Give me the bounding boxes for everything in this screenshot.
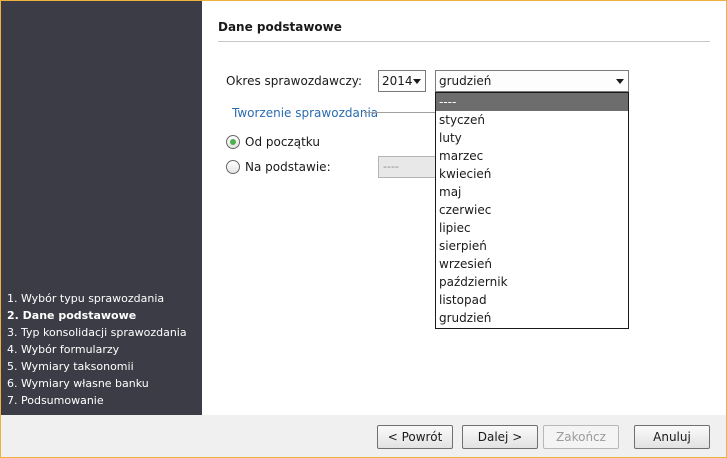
based-on-radio[interactable]: [226, 160, 240, 174]
year-select-value: 2014: [382, 74, 413, 88]
wizard-content: Dane podstawowe Okres sprawozdawczy: 201…: [202, 1, 726, 415]
wizard-window: 1. Wybór typu sprawozdania 2. Dane podst…: [1, 1, 726, 457]
month-option[interactable]: lipiec: [436, 219, 628, 237]
based-on-radio-label[interactable]: Na podstawie:: [245, 160, 331, 174]
month-option[interactable]: maj: [436, 183, 628, 201]
title-divider: [218, 41, 710, 42]
next-button[interactable]: Dalej >: [462, 425, 538, 449]
month-dropdown-list: ---- styczeń luty marzec kwiecień maj cz…: [435, 92, 629, 329]
month-option[interactable]: sierpień: [436, 237, 628, 255]
wizard-steps-list: 1. Wybór typu sprawozdania 2. Dane podst…: [7, 290, 187, 409]
step-item-1: 1. Wybór typu sprawozdania: [7, 292, 165, 305]
year-select[interactable]: 2014: [378, 70, 426, 92]
month-option[interactable]: czerwiec: [436, 201, 628, 219]
back-button[interactable]: < Powrót: [377, 425, 453, 449]
step-item-5: 5. Wymiary taksonomii: [7, 360, 134, 373]
month-option[interactable]: styczeń: [436, 111, 628, 129]
chevron-down-icon: [413, 79, 421, 84]
based-on-select: ----: [378, 156, 436, 178]
wizard-footer: < Powrót Dalej > Zakończ Anuluj: [1, 415, 726, 457]
month-option[interactable]: listopad: [436, 291, 628, 309]
wizard-sidebar: 1. Wybór typu sprawozdania 2. Dane podst…: [1, 1, 202, 415]
step-item-7: 7. Podsumowanie: [7, 394, 104, 407]
step-item-4: 4. Wybór formularzy: [7, 343, 120, 356]
chevron-down-icon: [616, 79, 624, 84]
month-option[interactable]: ----: [436, 93, 628, 111]
month-option[interactable]: marzec: [436, 147, 628, 165]
page-title: Dane podstawowe: [218, 20, 342, 34]
step-item-2: 2. Dane podstawowe: [7, 309, 137, 322]
from-start-radio[interactable]: [226, 135, 240, 149]
finish-button: Zakończ: [543, 425, 619, 449]
month-select-value: grudzień: [439, 74, 492, 88]
month-option[interactable]: październik: [436, 273, 628, 291]
report-creation-group-title: Tworzenie sprawozdania: [232, 106, 379, 120]
cancel-button[interactable]: Anuluj: [634, 425, 710, 449]
month-option[interactable]: kwiecień: [436, 165, 628, 183]
group-divider: [364, 112, 436, 113]
month-option[interactable]: luty: [436, 129, 628, 147]
reporting-period-label: Okres sprawozdawczy:: [226, 74, 363, 88]
month-select[interactable]: grudzień: [435, 70, 629, 92]
step-item-3: 3. Typ konsolidacji sprawozdania: [7, 326, 187, 339]
from-start-radio-label[interactable]: Od początku: [245, 135, 320, 149]
step-item-6: 6. Wymiary własne banku: [7, 377, 149, 390]
month-option[interactable]: grudzień: [436, 309, 628, 327]
month-option[interactable]: wrzesień: [436, 255, 628, 273]
